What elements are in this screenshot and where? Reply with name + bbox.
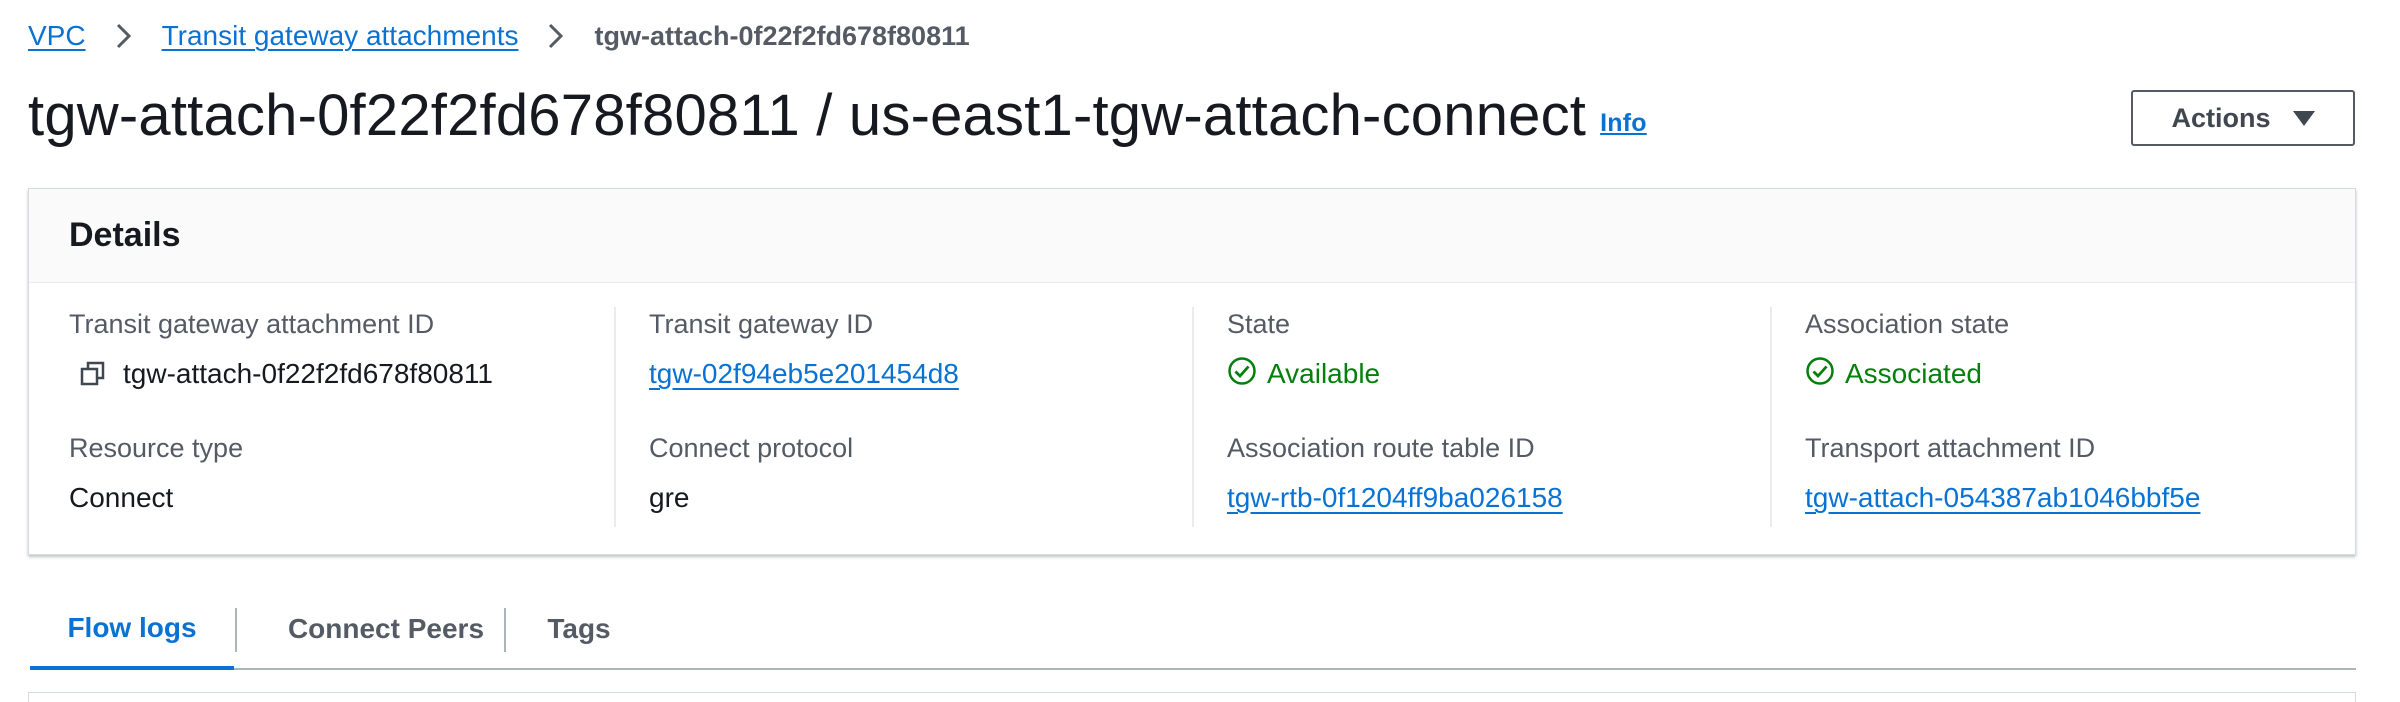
details-title: Details — [69, 216, 181, 254]
field-label: State — [1227, 309, 1291, 339]
field-value: tgw-02f94eb5e201454d8 — [649, 355, 959, 393]
field-transport-attachment-id: Transport attachment ID tgw-attach-05438… — [1805, 433, 2200, 517]
tab-list: Flow logs Connect Peers Tags — [30, 590, 2356, 670]
tab-connect-peers[interactable]: Connect Peers — [238, 590, 534, 668]
connect-protocol-value: gre — [649, 482, 690, 513]
tab-divider — [235, 608, 237, 652]
resource-type-value: Connect — [69, 482, 174, 513]
page: VPC Transit gateway attachments tgw-atta… — [0, 0, 2400, 702]
column-divider — [614, 307, 616, 527]
tab-divider — [504, 608, 506, 652]
status-indicator-available: Available — [1227, 355, 1380, 393]
field-value: tgw-attach-054387ab1046bbf5e — [1805, 479, 2200, 517]
tgw-id-link[interactable]: tgw-02f94eb5e201454d8 — [649, 358, 959, 390]
breadcrumb-current: tgw-attach-0f22f2fd678f80811 — [594, 20, 970, 51]
field-association-state: Association state Associated — [1805, 309, 2009, 393]
column-divider — [1770, 307, 1772, 527]
route-table-id-link[interactable]: tgw-rtb-0f1204ff9ba026158 — [1227, 482, 1563, 514]
field-value: tgw-rtb-0f1204ff9ba026158 — [1227, 479, 1563, 517]
attachment-id-value: tgw-attach-0f22f2fd678f80811 — [123, 358, 493, 389]
state-value: Available — [1267, 358, 1381, 389]
caret-down-icon — [2292, 110, 2315, 126]
chevron-right-icon — [104, 21, 144, 51]
tab-flow-logs[interactable]: Flow logs — [30, 590, 234, 670]
details-column-1: Transit gateway attachment ID tgw-attach… — [69, 283, 609, 555]
check-circle-icon — [1227, 356, 1257, 393]
field-state: State Available — [1227, 309, 1380, 393]
actions-button-label: Actions — [2171, 102, 2271, 133]
breadcrumb-link-transit-gateway-attachments[interactable]: Transit gateway attachments — [162, 20, 519, 52]
column-divider — [1192, 307, 1194, 527]
field-resource-type: Resource type Connect — [69, 433, 243, 517]
field-label: Transit gateway attachment ID — [69, 309, 435, 339]
field-label: Transit gateway ID — [649, 309, 874, 339]
transport-attachment-id-link[interactable]: tgw-attach-054387ab1046bbf5e — [1805, 482, 2200, 514]
actions-button[interactable]: Actions — [2131, 90, 2355, 146]
field-tgw-id: Transit gateway ID tgw-02f94eb5e201454d8 — [649, 309, 959, 393]
copy-icon[interactable] — [79, 360, 107, 388]
field-attachment-id: Transit gateway attachment ID tgw-attach… — [69, 309, 493, 393]
details-column-3: State Available Association route table … — [1227, 283, 1767, 555]
details-column-4: Association state Associated Transport a… — [1805, 283, 2345, 555]
check-circle-icon — [1805, 356, 1835, 393]
page-title: tgw-attach-0f22f2fd678f80811 / us-east1-… — [28, 82, 1647, 149]
field-value: tgw-attach-0f22f2fd678f80811 — [69, 355, 493, 393]
details-header: Details — [29, 189, 2355, 283]
tab-content-panel — [28, 692, 2356, 702]
status-indicator-associated: Associated — [1805, 355, 2009, 393]
details-column-2: Transit gateway ID tgw-02f94eb5e201454d8… — [649, 283, 1189, 555]
field-connect-protocol: Connect protocol gre — [649, 433, 853, 517]
field-label: Connect protocol — [649, 433, 854, 463]
field-label: Association state — [1805, 309, 2010, 339]
details-panel: Details Transit gateway attachment ID tg… — [28, 188, 2356, 555]
info-link[interactable]: Info — [1600, 109, 1647, 137]
association-state-value: Associated — [1845, 358, 1982, 389]
page-title-text: tgw-attach-0f22f2fd678f80811 / us-east1-… — [28, 83, 1587, 148]
tab-tags[interactable]: Tags — [508, 590, 650, 668]
field-label: Transport attachment ID — [1805, 433, 2096, 463]
field-label: Resource type — [69, 433, 244, 463]
field-route-table-id: Association route table ID tgw-rtb-0f120… — [1227, 433, 1563, 517]
details-grid: Transit gateway attachment ID tgw-attach… — [29, 283, 2355, 555]
field-label: Association route table ID — [1227, 433, 1535, 463]
chevron-right-icon — [536, 21, 576, 51]
breadcrumb-link-vpc[interactable]: VPC — [28, 20, 86, 52]
breadcrumb: VPC Transit gateway attachments tgw-atta… — [28, 16, 970, 56]
